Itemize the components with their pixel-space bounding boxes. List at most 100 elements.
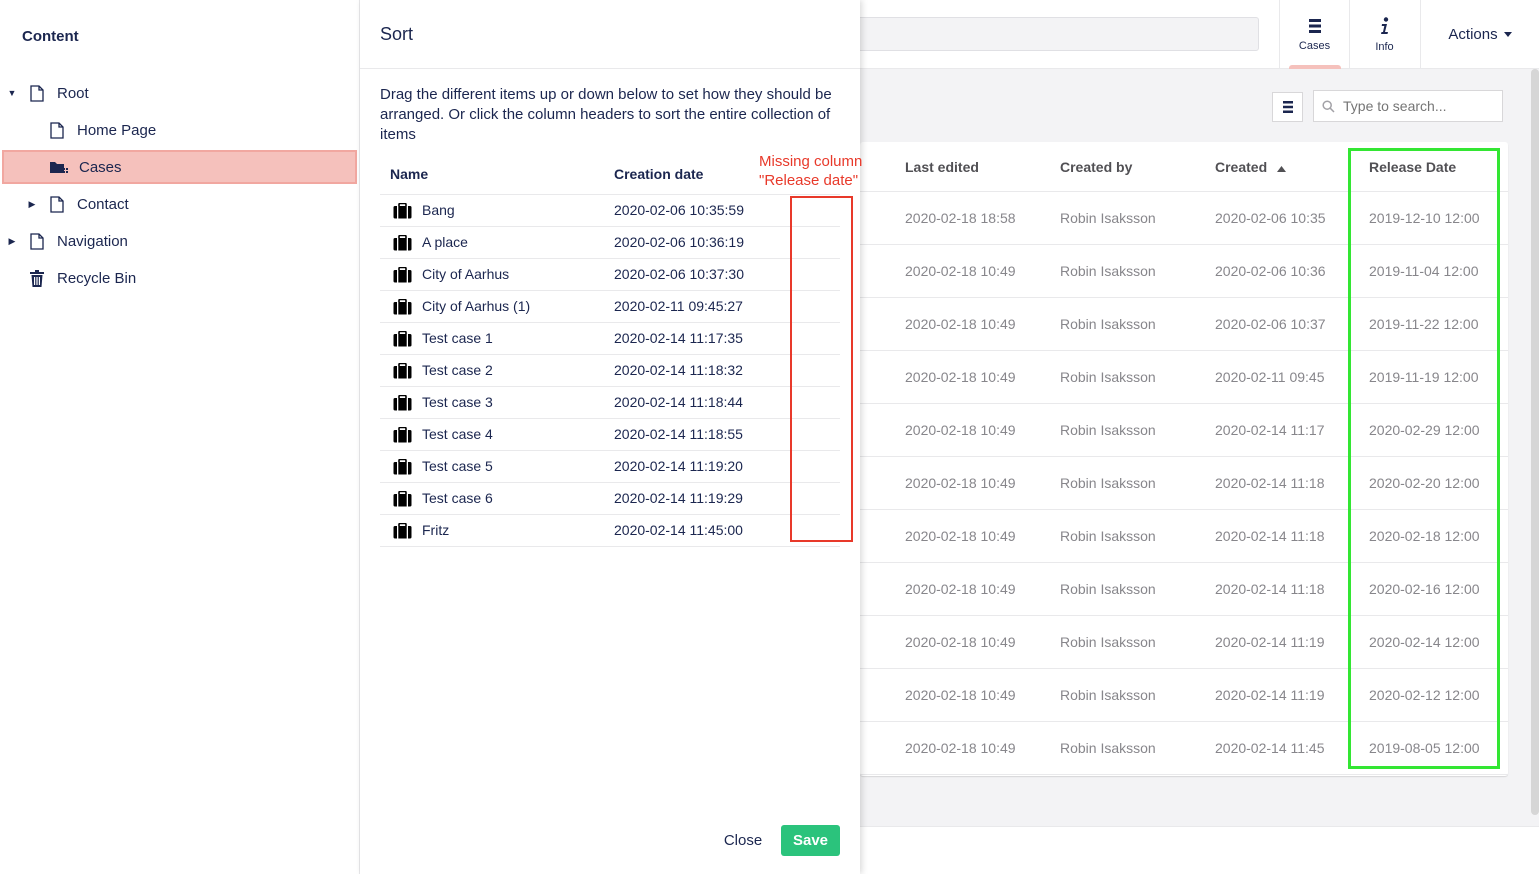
tree-item-recycle-bin[interactable]: Recycle Bin bbox=[2, 261, 357, 295]
sort-row-name: Test case 3 bbox=[422, 394, 493, 410]
table-row[interactable]: 2020-02-18 10:49 Robin Isaksson 2020-02-14… bbox=[860, 457, 1508, 510]
cell-last-edited: 2020-02-18 10:49 bbox=[905, 634, 1016, 650]
annotation-box bbox=[790, 196, 853, 542]
sort-row-date: 2020-02-11 09:45:27 bbox=[614, 298, 743, 314]
sort-row[interactable]: Fritz 2020-02-14 11:45:00 bbox=[380, 515, 840, 547]
cell-last-edited: 2020-02-18 10:49 bbox=[905, 687, 1016, 703]
table-row[interactable]: 2020-02-18 10:49 Robin Isaksson 2020-02-14… bbox=[860, 404, 1508, 457]
sort-row-name: Test case 4 bbox=[422, 426, 493, 442]
sort-dialog-description: Drag the different items up or down belo… bbox=[380, 86, 832, 143]
cell-release-date: 2020-02-29 12:00 bbox=[1369, 422, 1480, 438]
sort-column-creation-date[interactable]: Creation date bbox=[614, 166, 703, 182]
sort-row-date: 2020-02-14 11:45:00 bbox=[614, 522, 743, 538]
save-button[interactable]: Save bbox=[781, 825, 840, 856]
cell-release-date: 2019-12-10 12:00 bbox=[1369, 210, 1480, 226]
cell-last-edited: 2020-02-18 10:49 bbox=[905, 475, 1016, 491]
list-table: Last edited Created by Created Release D… bbox=[860, 142, 1508, 776]
tab-info-label: Info bbox=[1375, 40, 1394, 53]
document-icon bbox=[27, 231, 47, 251]
sort-row[interactable]: City of Aarhus (1) 2020-02-11 09:45:27 bbox=[380, 291, 840, 323]
table-row[interactable]: 2020-02-18 10:49 Robin Isaksson 2020-02-14… bbox=[860, 722, 1508, 775]
cell-created: 2020-02-14 11:45 bbox=[1215, 740, 1325, 756]
list-icon bbox=[1282, 101, 1293, 113]
sort-row[interactable]: Test case 5 2020-02-14 11:19:20 bbox=[380, 451, 840, 483]
sort-row-date: 2020-02-14 11:19:29 bbox=[614, 490, 743, 506]
caret-right-icon[interactable]: ▶ bbox=[27, 199, 37, 210]
tree-item-navigation[interactable]: ▶ Navigation bbox=[2, 224, 357, 258]
sort-row-name: A place bbox=[422, 234, 468, 250]
sort-dialog: Sort Drag the different items up or down… bbox=[360, 0, 860, 874]
table-row[interactable]: 2020-02-18 10:49 Robin Isaksson 2020-02-14… bbox=[860, 616, 1508, 669]
column-header-created[interactable]: Created bbox=[1215, 159, 1287, 175]
main-scrollbar[interactable] bbox=[1531, 69, 1539, 815]
cell-created-by: Robin Isaksson bbox=[1060, 369, 1156, 385]
table-row[interactable]: 2020-02-18 18:58 Robin Isaksson 2020-02-06… bbox=[860, 192, 1508, 245]
briefcase-icon bbox=[393, 490, 412, 507]
cell-last-edited: 2020-02-18 10:49 bbox=[905, 369, 1016, 385]
sort-row[interactable]: Bang 2020-02-06 10:35:59 bbox=[380, 195, 840, 227]
briefcase-icon bbox=[393, 298, 412, 315]
list-search[interactable] bbox=[1313, 90, 1503, 122]
column-header-last-edited[interactable]: Last edited bbox=[905, 159, 979, 175]
tree-item-root[interactable]: ▼ Root bbox=[2, 76, 357, 110]
content-tree: Content ▼ Root Home Page Cases ▶ Contact ▶ Navi… bbox=[0, 0, 360, 874]
table-row[interactable]: 2020-02-18 10:49 Robin Isaksson 2020-02-14… bbox=[860, 563, 1508, 616]
sort-column-name[interactable]: Name bbox=[390, 166, 428, 182]
cell-last-edited: 2020-02-18 10:49 bbox=[905, 740, 1016, 756]
sort-row[interactable]: Test case 4 2020-02-14 11:18:55 bbox=[380, 419, 840, 451]
cell-created: 2020-02-14 11:19 bbox=[1215, 634, 1325, 650]
table-row[interactable]: 2020-02-18 10:49 Robin Isaksson 2020-02-14… bbox=[860, 669, 1508, 722]
tree-item-contact[interactable]: ▶ Contact bbox=[2, 187, 357, 221]
document-icon bbox=[47, 194, 67, 214]
cell-created-by: Robin Isaksson bbox=[1060, 634, 1156, 650]
sort-table-rows: Bang 2020-02-06 10:35:59 A place 2020-02-06… bbox=[380, 195, 840, 547]
sort-row-date: 2020-02-14 11:18:32 bbox=[614, 362, 743, 378]
cell-created: 2020-02-14 11:18 bbox=[1215, 475, 1325, 491]
briefcase-icon bbox=[393, 330, 412, 347]
tree-item-cases[interactable]: Cases bbox=[2, 150, 357, 184]
cell-release-date: 2019-08-05 12:00 bbox=[1369, 740, 1480, 756]
caret-right-icon[interactable]: ▶ bbox=[7, 236, 17, 247]
cell-created: 2020-02-11 09:45 bbox=[1215, 369, 1325, 385]
table-row[interactable]: 2020-02-18 10:49 Robin Isaksson 2020-02-06… bbox=[860, 245, 1508, 298]
column-header-created-by[interactable]: Created by bbox=[1060, 159, 1132, 175]
tree-item-label: Home Page bbox=[77, 121, 157, 139]
cell-created-by: Robin Isaksson bbox=[1060, 581, 1156, 597]
tab-info[interactable]: Info bbox=[1349, 0, 1419, 69]
column-header-release-date[interactable]: Release Date bbox=[1369, 159, 1456, 175]
list-table-header: Last edited Created by Created Release D… bbox=[860, 142, 1508, 192]
document-icon bbox=[27, 83, 47, 103]
sort-row[interactable]: City of Aarhus 2020-02-06 10:37:30 bbox=[380, 259, 840, 291]
sort-row[interactable]: Test case 2 2020-02-14 11:18:32 bbox=[380, 355, 840, 387]
close-button[interactable]: Close bbox=[715, 825, 771, 856]
actions-label: Actions bbox=[1448, 26, 1498, 43]
annotation-text: Missing column "Release date" bbox=[759, 153, 863, 189]
sort-row-date: 2020-02-14 11:19:20 bbox=[614, 458, 743, 474]
table-row[interactable]: 2020-02-18 10:49 Robin Isaksson 2020-02-14… bbox=[860, 510, 1508, 563]
tree-item-home-page[interactable]: Home Page bbox=[2, 113, 357, 147]
cell-last-edited: 2020-02-18 10:49 bbox=[905, 581, 1016, 597]
table-row[interactable]: 2020-02-18 10:49 Robin Isaksson 2020-02-11… bbox=[860, 351, 1508, 404]
cell-created-by: Robin Isaksson bbox=[1060, 316, 1156, 332]
cell-release-date: 2020-02-12 12:00 bbox=[1369, 687, 1480, 703]
sort-dialog-title: Sort bbox=[360, 0, 860, 69]
table-row[interactable]: 2020-02-18 10:49 Robin Isaksson 2020-02-06… bbox=[860, 298, 1508, 351]
sort-row[interactable]: Test case 1 2020-02-14 11:17:35 bbox=[380, 323, 840, 355]
sort-row[interactable]: Test case 3 2020-02-14 11:18:44 bbox=[380, 387, 840, 419]
actions-button[interactable]: Actions bbox=[1420, 0, 1539, 69]
cell-created-by: Robin Isaksson bbox=[1060, 687, 1156, 703]
sort-row[interactable]: A place 2020-02-06 10:36:19 bbox=[380, 227, 840, 259]
caret-down-icon[interactable]: ▼ bbox=[7, 88, 17, 98]
cell-last-edited: 2020-02-18 10:49 bbox=[905, 422, 1016, 438]
layout-toggle-button[interactable] bbox=[1272, 92, 1303, 122]
sort-row-date: 2020-02-06 10:37:30 bbox=[614, 266, 744, 282]
list-search-input[interactable] bbox=[1343, 98, 1493, 114]
tree-item-label: Recycle Bin bbox=[57, 269, 137, 287]
trash-icon bbox=[27, 268, 47, 288]
list-icon bbox=[1308, 18, 1321, 33]
briefcase-icon bbox=[393, 522, 412, 539]
cell-release-date: 2019-11-22 12:00 bbox=[1369, 316, 1479, 332]
sort-row[interactable]: Test case 6 2020-02-14 11:19:29 bbox=[380, 483, 840, 515]
header-name-field[interactable] bbox=[840, 17, 1259, 51]
tab-cases[interactable]: Cases bbox=[1279, 0, 1349, 69]
